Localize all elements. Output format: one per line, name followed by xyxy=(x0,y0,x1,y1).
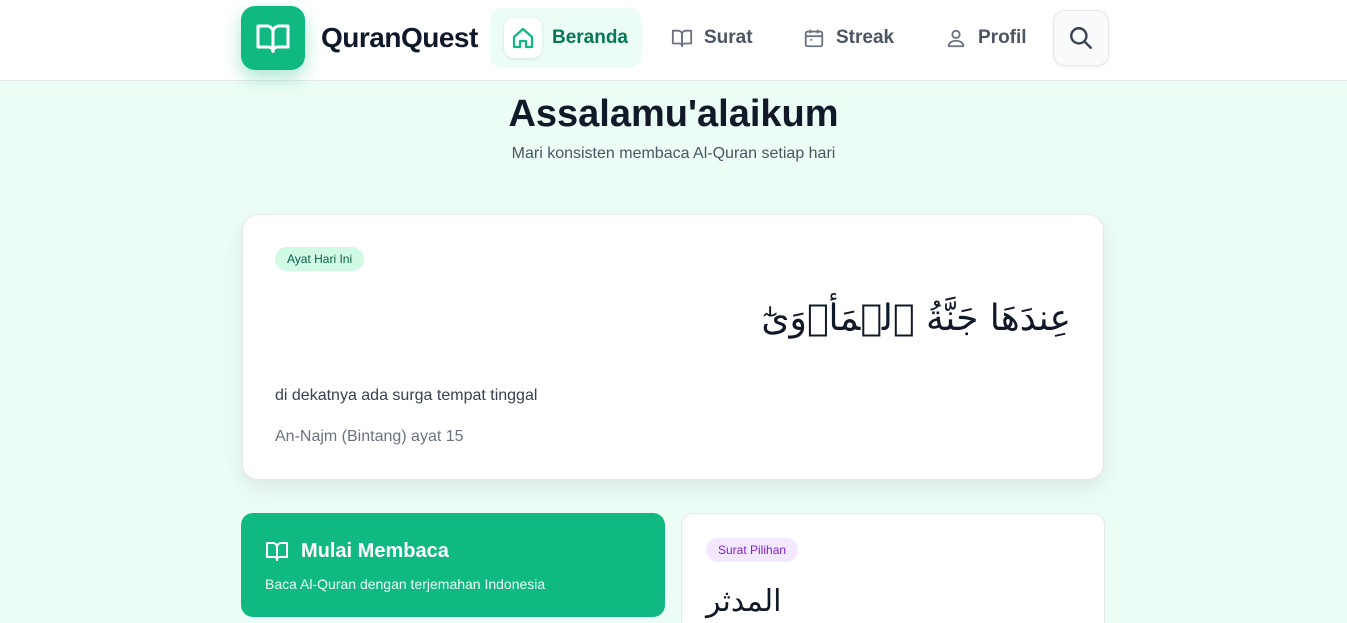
search-button[interactable] xyxy=(1053,10,1109,66)
verse-arabic-text: عِندَهَا جَنَّةُ ٱلۡمَأۡوَىٰٓ xyxy=(761,298,1071,339)
book-open-icon xyxy=(256,24,290,53)
start-reading-card[interactable]: Mulai Membaca Baca Al-Quran dengan terje… xyxy=(241,513,665,617)
nav-surat-label: Surat xyxy=(704,27,753,48)
user-icon xyxy=(944,18,968,58)
nav-profil-label: Profil xyxy=(978,27,1027,48)
start-reading-description: Baca Al-Quran dengan terjemahan Indonesi… xyxy=(265,576,546,592)
book-open-icon xyxy=(266,542,288,561)
featured-surah-arabic-name: المدثر xyxy=(706,584,782,619)
nav-surat[interactable]: Surat xyxy=(656,8,776,68)
start-reading-title: Mulai Membaca xyxy=(301,540,449,562)
nav-beranda-label: Beranda xyxy=(551,27,628,48)
featured-surah-badge: Surat Pilihan xyxy=(706,538,799,562)
nav-profil[interactable]: Profil xyxy=(930,8,1046,68)
search-icon xyxy=(1070,27,1092,49)
featured-surah-card[interactable]: Surat Pilihan المدثر xyxy=(681,513,1105,623)
brand-name[interactable]: QuranQuest xyxy=(321,20,478,56)
verse-of-day-card[interactable]: Ayat Hari Ini عِندَهَا جَنَّةُ ٱلۡمَأۡوَ… xyxy=(242,214,1104,480)
top-navbar: QuranQuest Beranda Surat Streak Profil xyxy=(0,0,1347,81)
app-logo[interactable] xyxy=(241,6,305,70)
verse-translation: di dekatnya ada surga tempat tinggal xyxy=(275,387,538,404)
nav-beranda[interactable]: Beranda xyxy=(490,8,642,68)
nav-streak[interactable]: Streak xyxy=(788,8,918,68)
start-reading-title-row: Mulai Membaca xyxy=(265,539,449,563)
verse-reference: An-Najm (Bintang) ayat 15 xyxy=(275,428,464,445)
calendar-icon xyxy=(802,18,826,58)
page-subtitle: Mari konsisten membaca Al-Quran setiap h… xyxy=(511,145,836,162)
verse-of-day-badge: Ayat Hari Ini xyxy=(275,247,365,271)
page-title: Assalamu'alaikum xyxy=(508,93,839,135)
nav-streak-label: Streak xyxy=(836,27,895,48)
book-icon xyxy=(670,18,694,58)
home-icon xyxy=(504,18,542,58)
